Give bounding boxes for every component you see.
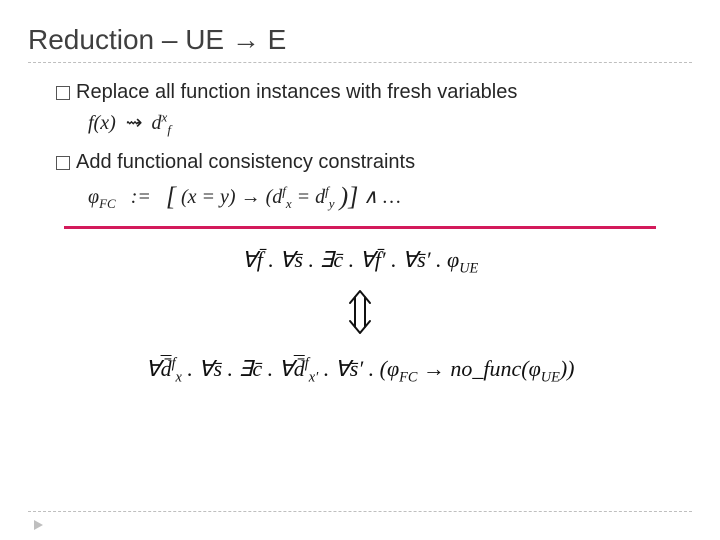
dbar2: d̄ bbox=[294, 356, 305, 381]
dbar2-sub: x′ bbox=[309, 369, 318, 385]
top-chain: ∀f̄ . ∀s̄ . ∃c̄ . ∀f̄′ . ∀s̄′ . φ bbox=[242, 247, 460, 272]
def-sym: := bbox=[131, 186, 151, 208]
equiv-arrow-icon bbox=[28, 287, 692, 342]
title-divider bbox=[28, 62, 692, 63]
checkbox-icon bbox=[56, 156, 70, 170]
dxf: dxf bbox=[152, 112, 171, 134]
seg4: → no_func(φ bbox=[417, 356, 540, 381]
footer-marker-icon bbox=[34, 520, 43, 530]
phi-fc-sub2: FC bbox=[399, 369, 417, 385]
and-ellipsis: ∧ … bbox=[363, 186, 400, 208]
bullet-replace: Replace all function instances with fres… bbox=[56, 81, 692, 104]
footer-divider bbox=[28, 511, 692, 512]
accent-divider bbox=[64, 226, 656, 229]
checkbox-icon bbox=[56, 86, 70, 100]
formula-phi-fc: φFC := [ (x = y) → (dfx = dfy )] ∧ … bbox=[88, 180, 692, 210]
top-chain-sub: UE bbox=[459, 260, 478, 276]
rbracket: )] bbox=[340, 182, 359, 211]
bullet-replace-prefix: Replace bbox=[76, 81, 149, 103]
d2-sub: y bbox=[329, 196, 335, 211]
slide: Reduction – UE → E Replace all function … bbox=[0, 0, 720, 540]
d1-sub: x bbox=[286, 196, 292, 211]
phi: φ bbox=[88, 186, 99, 208]
fx: f(x) bbox=[88, 112, 116, 134]
eq-mid: = d bbox=[297, 186, 326, 208]
seg3: . ∀s̄′ . (φ bbox=[318, 356, 399, 381]
formula-bottom-quant: ∀d̄fx . ∀s̄ . ∃c̄ . ∀d̄fx′ . ∀s̄′ . (φFC… bbox=[28, 356, 692, 382]
leadsto-icon: ⇝ bbox=[126, 112, 142, 134]
x-eq-y: (x = y) bbox=[181, 186, 236, 208]
dbar1: d̄ bbox=[161, 356, 172, 381]
open-d1: (d bbox=[266, 186, 283, 208]
formula-rewrite: f(x) ⇝ dxf bbox=[88, 110, 692, 135]
bullet-add: Add functional consistency constraints bbox=[56, 151, 692, 174]
page-title: Reduction – UE → E bbox=[28, 24, 692, 56]
d-sub: f bbox=[167, 122, 171, 137]
phi-sub: FC bbox=[99, 196, 116, 211]
lbracket: [ bbox=[166, 182, 176, 211]
phi-ue-sub: UE bbox=[541, 369, 560, 385]
bullet-replace-rest: all function instances with fresh variab… bbox=[149, 81, 517, 103]
implies-icon: → bbox=[241, 186, 266, 208]
bullet-add-prefix: Add bbox=[76, 151, 112, 173]
formula-top-quant: ∀f̄ . ∀s̄ . ∃c̄ . ∀f̄′ . ∀s̄′ . φUE bbox=[28, 247, 692, 273]
forall1: ∀ bbox=[146, 356, 161, 381]
seg5: )) bbox=[560, 356, 575, 381]
bullet-add-rest: functional consistency constraints bbox=[112, 151, 416, 173]
d-base: d bbox=[152, 112, 162, 134]
seg2: . ∀s̄ . ∃c̄ . ∀ bbox=[182, 356, 294, 381]
